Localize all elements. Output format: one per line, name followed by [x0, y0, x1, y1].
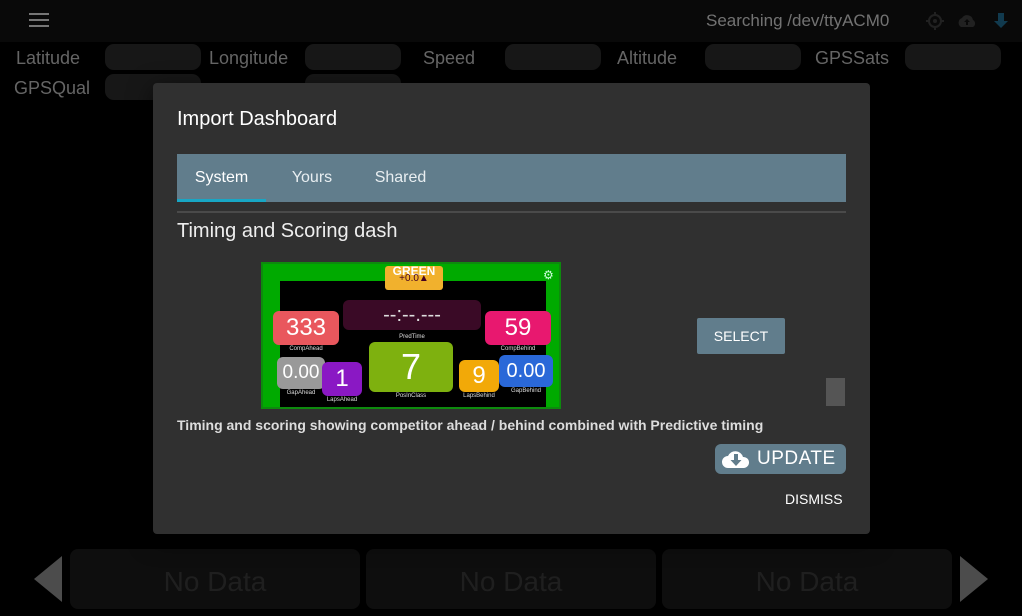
dashboard-description: Timing and scoring showing competitor ah…	[177, 417, 764, 433]
dismiss-button[interactable]: DISMISS	[785, 491, 843, 507]
active-tab-indicator	[177, 199, 266, 202]
tab-shared[interactable]: Shared	[359, 154, 442, 202]
preview-caption: LapsBehind	[463, 393, 495, 399]
gear-icon: ⚙	[543, 268, 554, 282]
update-button[interactable]: UPDATE	[715, 444, 846, 474]
dashboard-preview-image[interactable]: GREEN +0.0▲ ⚙ --:--.--- PredTime 333 Com…	[261, 262, 561, 409]
dashboard-source-tabs: System Yours Shared	[177, 154, 846, 202]
update-button-label: UPDATE	[757, 448, 836, 469]
preview-caption: GapAhead	[286, 390, 316, 396]
preview-caption: LapsAhead	[326, 397, 358, 403]
preview-laps-ahead: 1	[322, 362, 362, 396]
preview-laps-behind: 9	[459, 360, 499, 392]
preview-comp-behind: 59	[485, 311, 551, 345]
preview-pred-time: --:--.---	[343, 300, 481, 330]
preview-comp-ahead: 333	[273, 311, 339, 345]
preview-caption: GapBehind	[510, 388, 542, 394]
preview-caption: PosInClass	[395, 393, 427, 399]
preview-caption: CompBehind	[500, 346, 536, 352]
preview-gap-ahead: 0.00	[277, 357, 325, 389]
tab-system[interactable]: System	[177, 154, 266, 202]
select-button[interactable]: SELECT	[697, 318, 785, 354]
divider	[177, 211, 846, 213]
preview-caption: CompAhead	[289, 346, 323, 352]
dialog-title: Import Dashboard	[177, 108, 338, 130]
scrollbar-thumb[interactable]	[826, 378, 845, 406]
preview-position-class: 7	[369, 342, 453, 392]
cloud-download-icon	[722, 451, 750, 468]
preview-caption: PredTime	[399, 334, 425, 340]
preview-flag-sub: +0.0▲	[399, 273, 429, 284]
preview-gap-behind: 0.00	[499, 355, 553, 387]
import-dashboard-dialog: Import Dashboard System Yours Shared Tim…	[153, 83, 870, 534]
dashboard-item-title: Timing and Scoring dash	[177, 220, 398, 242]
tab-yours[interactable]: Yours	[274, 154, 350, 202]
